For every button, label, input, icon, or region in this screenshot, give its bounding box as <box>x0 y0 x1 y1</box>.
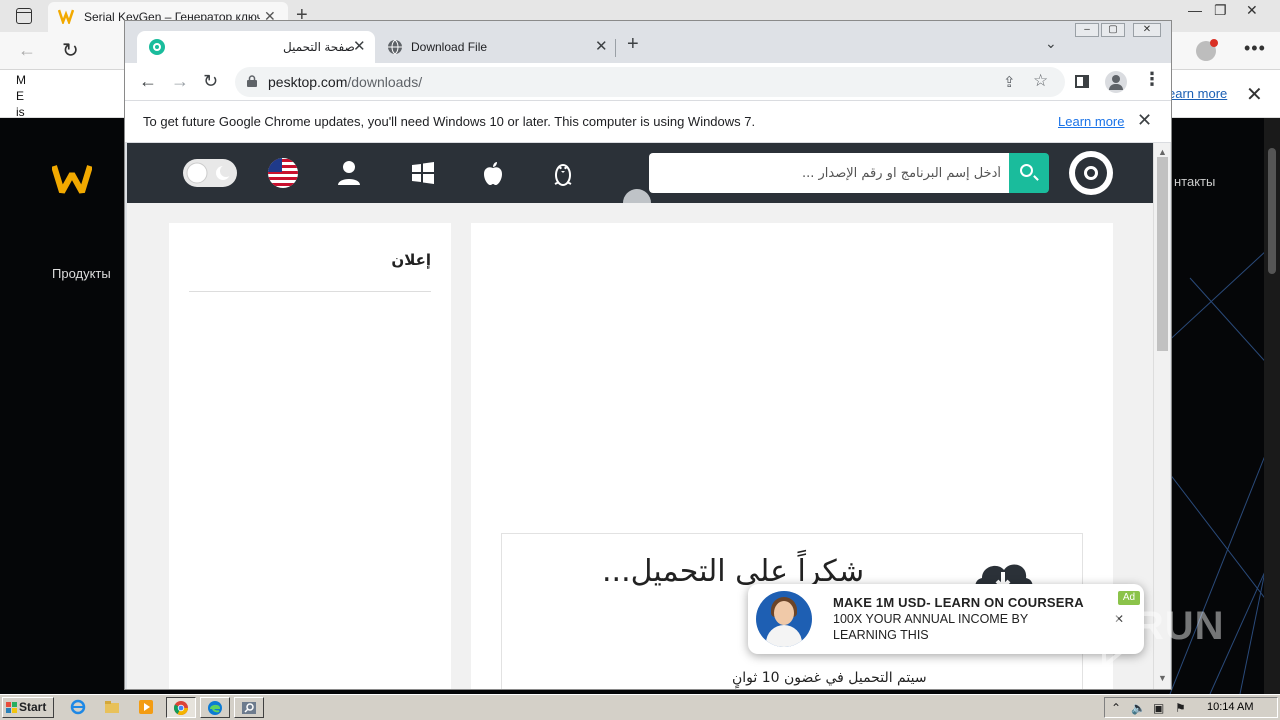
taskbar-chrome[interactable] <box>166 697 196 718</box>
linux-icon[interactable] <box>547 157 579 189</box>
taskbar-edge[interactable] <box>200 697 230 718</box>
restore-icon[interactable]: ❐ <box>1214 2 1227 19</box>
tray-expand-icon[interactable]: ⌃ <box>1111 701 1121 715</box>
profile-avatar-icon[interactable] <box>1196 39 1218 61</box>
background-scrollbar[interactable] <box>1264 118 1280 694</box>
address-bar[interactable]: pesktop.com/downloads/ ⇪ ☆ <box>235 67 1065 97</box>
maximize-icon[interactable]: ▢ <box>1101 23 1125 37</box>
search-icon <box>1020 164 1033 177</box>
tab-title: Download File <box>411 40 488 54</box>
url-text: pesktop.com/downloads/ <box>268 74 422 90</box>
minimize-icon[interactable]: – <box>1075 23 1099 37</box>
url-domain: pesktop.com <box>268 74 348 90</box>
flag-icon[interactable]: ⚑ <box>1175 701 1186 715</box>
globe-icon <box>388 39 402 55</box>
scrollbar-thumb[interactable] <box>1157 157 1168 351</box>
tabstrip: – ▢ ✕ صفحة التحميل ✕ Download File ✕ + ⌄ <box>125 21 1171 63</box>
ad-avatar <box>756 591 812 647</box>
folder-icon <box>105 701 119 713</box>
more-menu-icon[interactable]: ⋮ <box>1143 69 1161 90</box>
close-icon[interactable]: ✕ <box>595 37 608 55</box>
profile-icon[interactable] <box>1105 71 1127 93</box>
avatar-face <box>774 601 794 625</box>
internet-explorer-icon <box>70 699 86 715</box>
keygen-favicon-icon <box>58 9 74 24</box>
watermark-play-icon <box>1102 608 1140 668</box>
logo-mark-icon <box>1084 166 1098 180</box>
background-learn-more-link[interactable]: earn more <box>1168 86 1227 101</box>
apple-icon[interactable] <box>477 157 509 189</box>
scroll-up-arrow-icon[interactable]: ▲ <box>1158 147 1167 157</box>
tab-download-file[interactable]: Download File ✕ <box>379 31 615 63</box>
tab-separator <box>615 39 616 57</box>
search-input[interactable] <box>649 153 1009 193</box>
android-icon[interactable] <box>623 189 651 203</box>
divider <box>189 291 431 292</box>
edge-icon <box>208 701 222 715</box>
tab-actions-icon[interactable] <box>16 8 32 24</box>
taskbar: Start ⌃ 🔈 ▣ ⚑ 10:14 AM <box>0 694 1280 720</box>
forward-arrow-icon[interactable]: → <box>171 71 189 91</box>
ad-badge: Ad <box>1118 591 1140 605</box>
network-icon[interactable]: ▣ <box>1153 701 1164 715</box>
reload-icon[interactable]: ↻ <box>62 38 79 63</box>
clock[interactable]: 10:14 AM <box>1207 701 1253 713</box>
countdown-text: سيتم التحميل في غضون 10 ثوانٍ <box>732 670 927 686</box>
ad-title: إعلان <box>391 251 431 269</box>
scroll-down-arrow-icon[interactable]: ▼ <box>1158 673 1167 683</box>
minimize-icon[interactable]: — <box>1188 2 1202 18</box>
start-label: Start <box>19 700 47 714</box>
search-button[interactable] <box>1009 153 1049 193</box>
chrome-icon <box>173 701 188 715</box>
close-icon[interactable]: ✕ <box>1137 110 1152 131</box>
side-panel-icon[interactable] <box>1075 75 1089 88</box>
chevron-down-icon[interactable]: ⌄ <box>1045 35 1057 52</box>
learn-more-link[interactable]: Learn more <box>1058 114 1124 129</box>
more-menu-icon[interactable]: ••• <box>1244 38 1266 59</box>
bookmark-star-icon[interactable]: ☆ <box>1033 71 1048 91</box>
volume-icon[interactable]: 🔈 <box>1131 701 1146 715</box>
pesktop-favicon-icon <box>149 39 165 55</box>
back-arrow-icon[interactable]: ← <box>139 71 157 91</box>
update-infobar: To get future Google Chrome updates, you… <box>125 101 1171 143</box>
infobar-message: To get future Google Chrome updates, you… <box>143 114 756 129</box>
taskbar-explorer[interactable] <box>98 697 128 718</box>
ad-sidebar: إعلان <box>169 223 451 689</box>
close-window-icon[interactable]: ✕ <box>1246 2 1258 19</box>
search-tool-icon <box>242 702 256 714</box>
close-icon[interactable]: ✕ <box>1246 82 1263 107</box>
background-infobar-text: M E is <box>16 73 26 119</box>
taskbar-media[interactable] <box>132 697 162 718</box>
avatar-body <box>766 625 802 647</box>
reload-icon[interactable]: ↻ <box>203 71 218 91</box>
nav-products[interactable]: Продукты <box>52 266 111 281</box>
theme-toggle-icon[interactable] <box>183 159 237 187</box>
site-logo[interactable] <box>1069 151 1113 195</box>
tab-title: صفحة التحميل <box>283 40 355 54</box>
taskbar-tool[interactable] <box>234 697 264 718</box>
keygen-logo-icon <box>52 165 92 194</box>
site-header <box>127 143 1153 203</box>
us-flag-icon[interactable] <box>267 157 299 189</box>
close-icon[interactable]: ✕ <box>353 37 366 55</box>
tab-downloads-page[interactable]: صفحة التحميل ✕ <box>137 31 375 63</box>
share-icon[interactable]: ⇪ <box>1003 73 1016 91</box>
taskbar-ie[interactable] <box>64 697 94 718</box>
windows-logo-icon <box>6 702 17 713</box>
scrollbar-thumb[interactable] <box>1268 148 1276 274</box>
user-icon[interactable] <box>333 157 365 189</box>
logo-inner <box>1075 157 1107 189</box>
system-tray: ⌃ 🔈 ▣ ⚑ 10:14 AM <box>1104 697 1278 718</box>
media-player-icon <box>139 700 153 714</box>
windows-icon[interactable] <box>407 157 439 189</box>
close-window-icon[interactable]: ✕ <box>1133 23 1161 37</box>
start-button[interactable]: Start <box>2 697 54 718</box>
back-arrow-icon[interactable]: ← <box>18 40 36 61</box>
notification-body: 100X YOUR ANNUAL INCOME BY LEARNING THIS <box>833 612 1028 642</box>
lock-icon <box>247 75 257 87</box>
new-tab-icon[interactable]: + <box>627 33 639 56</box>
toolbar: ← → ↻ pesktop.com/downloads/ ⇪ ☆ ⋮ <box>125 63 1171 101</box>
url-path: /downloads/ <box>347 74 423 90</box>
